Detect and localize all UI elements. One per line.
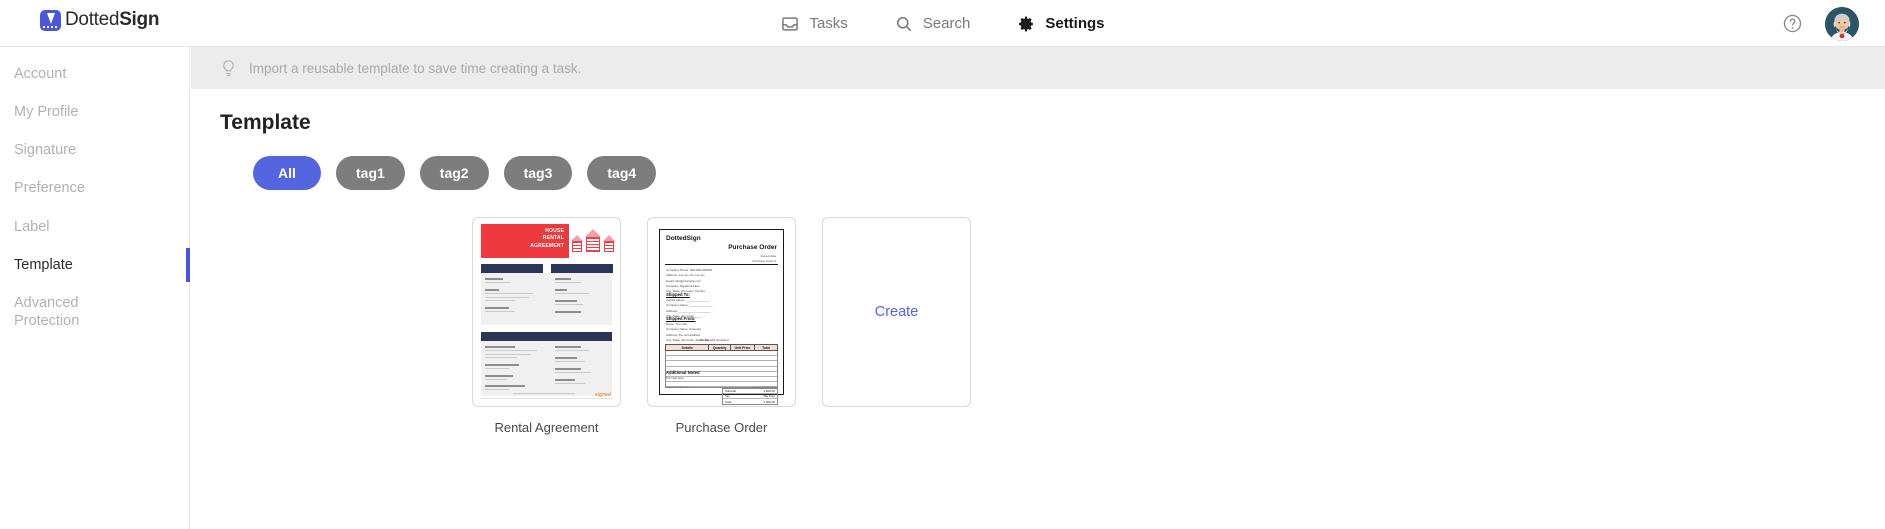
top-bar: DottedSign Tasks Search Settings (0, 0, 1885, 47)
nav-item-search[interactable]: Search (894, 14, 971, 34)
po-col-details: Details (666, 345, 710, 350)
avatar[interactable] (1825, 6, 1859, 41)
rental-header-line-2: RENTAL (542, 235, 564, 242)
signature-mark: signed (594, 392, 611, 398)
purchase-order-page: DottedSign Purchase Order Issued date: P… (659, 229, 784, 405)
po-meta: Issued date: Purchase Order #: (752, 254, 777, 264)
template-thumbnail-rental-agreement: HOUSE RENTAL AGREEMENT signed (472, 217, 621, 407)
main-content: Import a reusable template to save time … (191, 47, 1885, 529)
filter-pill-tag4[interactable]: tag4 (587, 156, 657, 190)
inbox-icon (782, 16, 799, 31)
sidebar-item-template[interactable]: Template (0, 246, 190, 284)
po-summary: Subtotal 1,000.00 Tax Tax Free Total 1,0… (722, 388, 778, 405)
gear-icon (1019, 16, 1034, 31)
po-brand: DottedSign (666, 235, 701, 242)
logo-text-light: Dotted (65, 9, 120, 30)
lightbulb-icon (223, 59, 234, 76)
rental-header-line-1: HOUSE (545, 228, 564, 234)
logo-mark-icon (40, 9, 61, 31)
nav-label-search: Search (922, 15, 971, 32)
logo-text: DottedSign (65, 9, 159, 31)
template-grid: HOUSE RENTAL AGREEMENT signed Rental Agr… (472, 217, 1885, 435)
top-right-actions (1782, 0, 1859, 47)
po-table-header: Details Quantity Unit Price Total (665, 344, 778, 351)
nav-label-settings: Settings (1045, 15, 1105, 32)
settings-sidebar: Account My Profile Signature Preference … (0, 47, 190, 529)
rental-header-block: HOUSE RENTAL AGREEMENT (481, 224, 569, 258)
po-subtotal-value: 1,000.00 (763, 389, 775, 393)
filter-pill-all[interactable]: All (253, 156, 321, 190)
logo-text-bold: Sign (119, 9, 160, 30)
filter-pill-tag2[interactable]: tag2 (419, 156, 489, 190)
po-col-quantity: Quantity (709, 345, 731, 350)
po-meta-number: Purchase Order #: (752, 258, 777, 263)
user-avatar-illustration (1825, 6, 1859, 41)
search-icon (896, 16, 912, 31)
po-total-label: Total (725, 399, 732, 404)
sidebar-item-account[interactable]: Account (0, 55, 189, 93)
nav-item-tasks[interactable]: Tasks (780, 14, 848, 34)
create-template-label: Create (874, 304, 919, 320)
po-col-unit-price: Unit Price (731, 345, 756, 350)
po-footer-authorized: Authorized Signature (752, 386, 777, 389)
rental-header-line-3: AGREEMENT (530, 242, 564, 249)
sidebar-item-signature[interactable]: Signature (0, 131, 189, 169)
po-col-total: Total (762, 345, 770, 350)
tip-banner: Import a reusable template to save time … (191, 47, 1885, 89)
create-template-card[interactable]: Create (822, 217, 971, 407)
po-subtotal-label: Subtotal (725, 389, 737, 393)
sidebar-item-advanced-protection[interactable]: Advanced Protection (0, 284, 120, 340)
template-card-rental-agreement[interactable]: HOUSE RENTAL AGREEMENT signed Rental Agr… (472, 217, 621, 435)
house-illustration-icon (571, 226, 615, 252)
nav-label-tasks: Tasks (809, 15, 848, 32)
po-tax-label: Tax (725, 394, 730, 398)
primary-nav: Tasks Search Settings (0, 0, 1885, 47)
template-card-purchase-order[interactable]: DottedSign Purchase Order Issued date: P… (647, 217, 796, 435)
template-card-label: Rental Agreement (494, 420, 599, 435)
app-logo[interactable]: DottedSign (40, 9, 159, 31)
sidebar-item-label[interactable]: Label (0, 208, 189, 246)
sidebar-item-my-profile[interactable]: My Profile (0, 93, 189, 131)
po-tax-value: Tax Free (763, 394, 775, 398)
filter-pill-tag3[interactable]: tag3 (503, 156, 573, 190)
po-footer-customer: Customer Signature (666, 386, 690, 389)
po-section-shipped-from: Shipped From: (666, 316, 696, 321)
page-title: Template (220, 111, 311, 134)
template-card-label: Purchase Order (675, 420, 768, 435)
nav-item-settings[interactable]: Settings (1016, 14, 1105, 34)
tip-banner-text: Import a reusable template to save time … (249, 60, 582, 76)
po-footer: Customer Signature Authorized Signature (666, 386, 777, 389)
po-total-value: 1,000.00 (763, 399, 775, 404)
tag-filter-group: All tag1 tag2 tag3 tag4 (253, 156, 1885, 190)
po-notes-heading: Additional Notes: (666, 370, 701, 375)
po-section-shipped-to: Shipped To: (666, 292, 690, 297)
help-circle-icon[interactable] (1782, 13, 1803, 34)
sidebar-item-preference[interactable]: Preference (0, 169, 189, 207)
template-thumbnail-purchase-order: DottedSign Purchase Order Issued date: P… (647, 217, 796, 407)
filter-pill-tag1[interactable]: tag1 (336, 156, 405, 190)
po-title: Purchase Order (728, 244, 777, 251)
